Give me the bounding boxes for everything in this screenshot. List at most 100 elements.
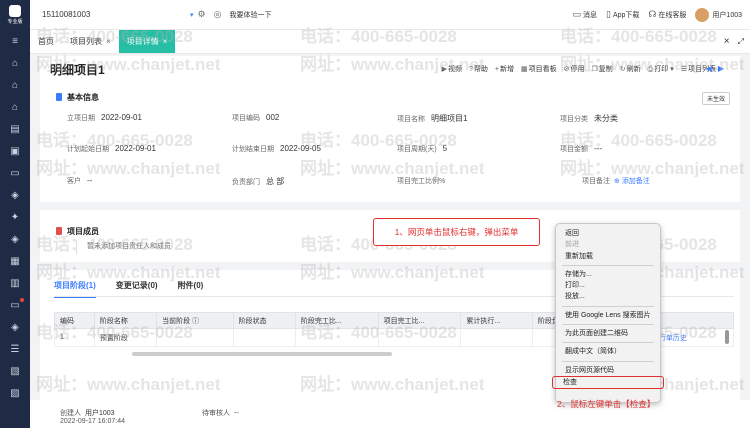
box-icon[interactable]: ◈ xyxy=(0,228,30,250)
video-icon: ▶ xyxy=(441,66,447,73)
reviewer: 待审核人 -- xyxy=(202,410,239,417)
field-project-amount: 项目金额 --- xyxy=(560,144,602,153)
video-button[interactable]: ▶视频 xyxy=(442,64,462,74)
horizontal-scrollbar[interactable] xyxy=(132,352,392,356)
tab-bar: 首页 项目列表 × 项目详情 × × ⤢ xyxy=(30,30,750,54)
clipboard-icon[interactable]: ▤ xyxy=(0,118,30,140)
context-menu-item[interactable]: 重新加载 xyxy=(556,251,660,262)
inbox-icon[interactable]: ▧ xyxy=(0,360,30,382)
messages-button[interactable]: ▭ 消息 xyxy=(572,9,597,20)
box-icon[interactable]: ◈ xyxy=(0,184,30,206)
company-selector[interactable]: 15110081003 xyxy=(42,10,190,19)
home-icon[interactable]: ⌂ xyxy=(0,74,30,96)
document-icon[interactable]: ▭ xyxy=(0,294,30,316)
tab-project-detail[interactable]: 项目详情 × xyxy=(118,30,176,53)
column-header: 阶段名称 xyxy=(93,312,158,329)
close-icon[interactable]: × xyxy=(163,37,168,46)
field-project-period: 项目周期(天) 5 xyxy=(397,144,448,153)
context-menu-item[interactable]: 显示网页源代码 xyxy=(556,365,660,376)
settings-icon[interactable]: ✦ xyxy=(0,206,30,228)
box-icon[interactable]: ◈ xyxy=(0,316,30,338)
disable-button[interactable]: ⊘停用 xyxy=(564,64,585,74)
field-plan-start: 计划起始日期 2022-09-01 xyxy=(67,144,156,153)
home-icon[interactable]: ⌂ xyxy=(0,52,30,74)
column-header: 编码 xyxy=(54,312,95,329)
context-menu-item: 前进 xyxy=(565,241,579,249)
context-menu-item[interactable]: 为此页面创建二维码 xyxy=(556,328,660,339)
column-header: 当前阶段 ⓘ xyxy=(156,312,234,329)
gift-icon[interactable]: ▣ xyxy=(0,140,30,162)
briefcase-icon[interactable]: ▦ xyxy=(0,250,30,272)
close-icon[interactable]: × xyxy=(106,37,111,46)
folder-icon[interactable]: ▥ xyxy=(0,272,30,294)
print-button[interactable]: ⎙打印 ▾ xyxy=(648,64,674,74)
home-icon[interactable]: ⌂ xyxy=(0,96,30,118)
logo-icon xyxy=(9,5,21,17)
context-menu-item[interactable]: 存储为... xyxy=(556,269,660,280)
gear-icon[interactable]: ⚙ xyxy=(198,9,206,20)
basic-info-header: 基本信息 xyxy=(40,88,740,106)
online-service-button[interactable]: ☊ 在线客服 xyxy=(648,9,686,20)
context-menu-item[interactable]: 打印... xyxy=(556,280,660,291)
sidebar: 专业版 ≡ ⌂ ⌂ ⌂ ▤ ▣ ▭ ◈ ✦ ◈ ▦ ▥ ▭ ◈ ☰ ▧ ▨ xyxy=(0,0,30,428)
add-remark-link[interactable]: ⊕ 添加备注 xyxy=(614,178,650,185)
chevron-down-icon[interactable]: ▾ xyxy=(668,66,674,73)
user-menu[interactable]: 用户1003 xyxy=(695,7,742,22)
brand-logo[interactable]: 专业版 xyxy=(0,0,30,30)
table-cell xyxy=(377,328,462,347)
vertical-scrollbar[interactable] xyxy=(725,330,729,344)
list-icon[interactable]: ☰ xyxy=(0,338,30,360)
help-button[interactable]: ?帮助 xyxy=(469,64,488,74)
column-header: 累计执行... xyxy=(460,312,533,329)
new-icon: + xyxy=(494,66,499,73)
field-plan-end: 计划结束日期 2022-09-05 xyxy=(232,144,321,153)
table-cell xyxy=(294,328,379,347)
context-menu-item[interactable]: 返回 xyxy=(556,228,660,239)
experience-link[interactable]: 我要体验一下 xyxy=(229,10,271,20)
field-customer: 客户 -- xyxy=(67,176,93,185)
headset-icon: ☊ xyxy=(648,9,657,19)
app-download-button[interactable]: ▯ App下载 xyxy=(606,9,639,20)
refresh-button[interactable]: ↻刷新 xyxy=(620,64,641,74)
copy-button[interactable]: ❐复制 xyxy=(591,64,612,74)
field-project-category: 项目分类 未分类 xyxy=(560,114,618,123)
field-completion: 项目完工比例% xyxy=(397,178,446,185)
tab-project-list[interactable]: 项目列表 × xyxy=(62,30,119,53)
menu-separator xyxy=(562,305,654,307)
context-menu-item[interactable]: 翻成中文（简体） xyxy=(556,346,660,357)
context-menu: 返回前进重新加载存储为... 打印... 投放... 使用 Google Lens 搜… xyxy=(552,223,664,403)
notification-dot xyxy=(20,298,24,302)
expand-icon[interactable]: ⤢ xyxy=(738,37,744,47)
field-project-name: 项目名称 明细项目1 xyxy=(397,114,468,123)
menu-separator xyxy=(562,264,654,266)
copy-icon: ❐ xyxy=(591,66,598,73)
tab-home[interactable]: 首页 xyxy=(30,30,62,53)
kanban-icon: ▦ xyxy=(520,66,528,73)
brand-label: 专业版 xyxy=(7,19,23,25)
close-all-icon[interactable]: × xyxy=(724,36,730,47)
refresh-icon: ↻ xyxy=(619,66,626,73)
layers-icon[interactable]: ▨ xyxy=(0,382,30,404)
table-cell: 预置阶段 xyxy=(93,328,158,347)
menu-separator xyxy=(562,342,654,344)
context-menu-item[interactable]: 使用 Google Lens 搜索图片 xyxy=(556,310,660,321)
context-menu-item[interactable]: 投放... xyxy=(556,291,660,302)
context-menu-item[interactable]: 检查 xyxy=(559,377,657,388)
eye-icon: ◎ xyxy=(213,9,222,19)
kanban-button[interactable]: ▦项目看板 xyxy=(521,64,557,74)
annotation-step1: 1、网页单击鼠标右键，弹出菜单 xyxy=(373,218,540,246)
print-icon: ⎙ xyxy=(647,66,654,73)
members-header: 项目成员 xyxy=(40,222,99,240)
column-header: 阶段状态 xyxy=(232,312,296,329)
document-icon[interactable]: ▭ xyxy=(0,162,30,184)
page-title: 明细项目1 xyxy=(50,62,105,77)
top-bar: 15110081003 ▾ ⚙ ◎ 我要体验一下 ▭ 消息 ▯ App下载 ☊ 在线客… xyxy=(30,0,750,30)
prev-next-arrows[interactable]: ◀▶ xyxy=(706,64,730,73)
chevron-down-icon[interactable]: ▾ xyxy=(190,11,194,19)
creator: 创建人 用户1003 xyxy=(60,410,115,417)
created-at: 2022-09-17 16:07:44 xyxy=(60,418,125,425)
menu-separator xyxy=(562,360,654,362)
menu-icon[interactable]: ≡ xyxy=(0,30,30,52)
new-button[interactable]: +新增 xyxy=(495,64,514,74)
phone-icon: ▯ xyxy=(606,9,611,19)
